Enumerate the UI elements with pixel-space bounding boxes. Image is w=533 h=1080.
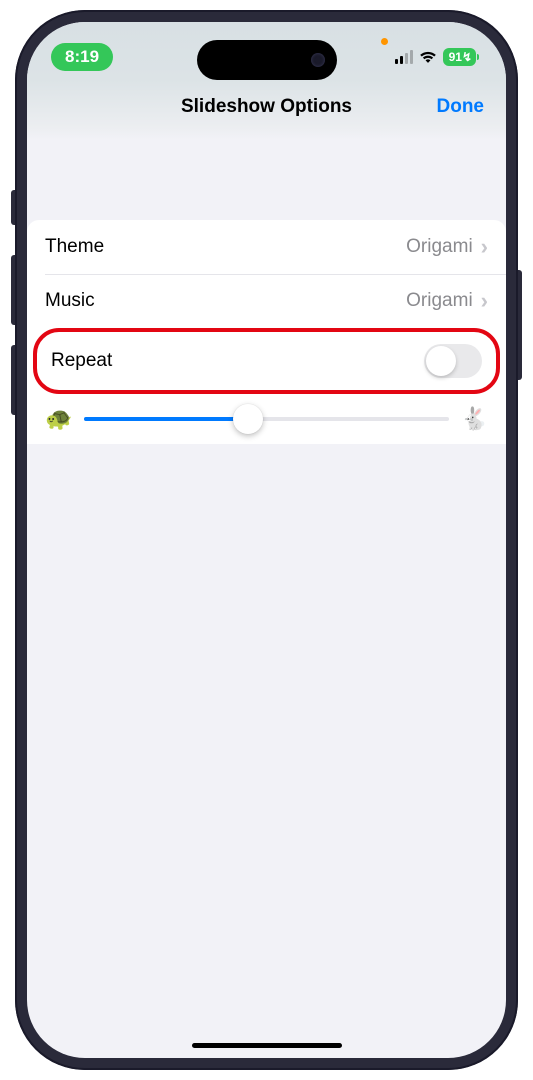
toggle-knob [426,346,456,376]
done-button[interactable]: Done [437,96,485,118]
settings-list: Theme Origami › Music Origami › Repea [27,220,506,444]
mic-in-use-dot-icon [381,38,388,45]
repeat-toggle[interactable] [424,344,482,378]
theme-label: Theme [45,236,104,258]
theme-value-wrap: Origami › [406,234,488,260]
home-indicator[interactable] [192,1043,342,1048]
nav-header: Slideshow Options Done [27,80,506,140]
screen: 8:19 91↯ Slideshow Options Done [27,22,506,1058]
battery-indicator: 91↯ [443,48,476,66]
theme-value: Origami [406,236,473,258]
content: Theme Origami › Music Origami › Repea [27,140,506,444]
music-row[interactable]: Music Origami › [27,274,506,328]
turtle-icon: 🐢 [45,408,72,430]
status-indicators: 91↯ [395,48,476,66]
theme-row[interactable]: Theme Origami › [27,220,506,274]
chevron-right-icon: › [481,234,488,260]
music-label: Music [45,290,95,312]
charging-icon: ↯ [462,50,472,64]
power-button [518,270,522,380]
highlight-annotation: Repeat [33,328,500,394]
side-button [11,190,15,225]
rabbit-icon: 🐇 [461,408,488,430]
battery-percent: 91 [449,50,462,64]
speed-slider[interactable] [84,417,448,421]
dynamic-island [197,40,337,80]
volume-down-button [11,345,15,415]
music-value-wrap: Origami › [406,288,488,314]
phone-frame: 8:19 91↯ Slideshow Options Done [15,10,518,1070]
chevron-right-icon: › [481,288,488,314]
page-title: Slideshow Options [181,96,352,118]
status-time: 8:19 [51,43,113,71]
slider-thumb[interactable] [233,404,263,434]
cellular-signal-icon [395,50,413,64]
front-camera [311,53,325,67]
repeat-row: Repeat [37,332,496,390]
volume-up-button [11,255,15,325]
speed-slider-row: 🐢 🐇 [27,394,506,444]
repeat-label: Repeat [51,350,112,372]
wifi-icon [419,50,437,64]
music-value: Origami [406,290,473,312]
slider-fill [84,417,248,421]
